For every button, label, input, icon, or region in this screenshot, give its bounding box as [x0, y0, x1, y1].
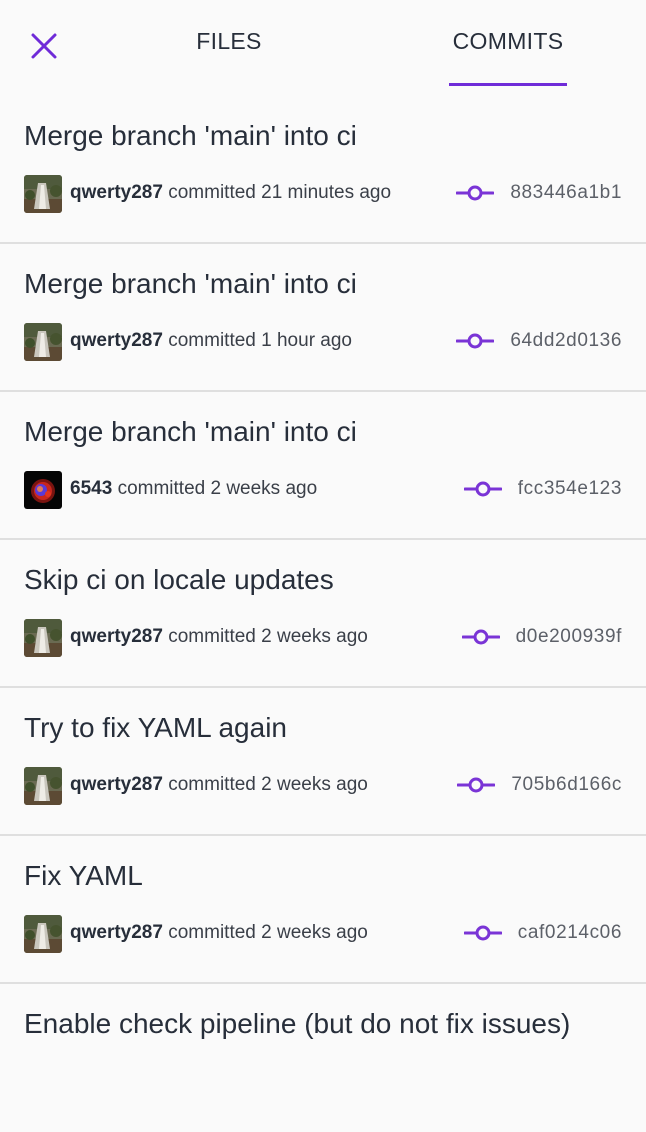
commit-hash: d0e200939f	[515, 626, 622, 647]
avatar	[24, 471, 62, 509]
commit-title: Try to fix YAML again	[24, 712, 287, 743]
avatar	[24, 175, 62, 213]
avatar	[24, 915, 62, 953]
avatar	[24, 767, 62, 805]
commit-title: Merge branch 'main' into ci	[24, 120, 357, 151]
commit-author[interactable]: qwerty287	[70, 774, 163, 795]
landscape-avatar-image	[24, 323, 62, 361]
commit-icon	[456, 333, 495, 349]
commit-hash: 883446a1b1	[510, 182, 622, 203]
avatar	[24, 619, 62, 657]
commit-item[interactable]: Try to fix YAML again qwerty287 committe…	[0, 688, 646, 836]
close-icon	[31, 33, 57, 59]
commit-meta: qwerty287 committed 2 weeks ago	[70, 626, 368, 648]
nebula-avatar-image	[24, 471, 62, 509]
commit-hash-link[interactable]: 64dd2d0136	[456, 330, 622, 352]
commit-author[interactable]: qwerty287	[70, 626, 163, 647]
commit-time: committed 2 weeks ago	[117, 478, 318, 499]
commit-icon	[463, 925, 502, 941]
commit-title: Merge branch 'main' into ci	[24, 268, 357, 299]
commit-item[interactable]: Merge branch 'main' into ci 6543 committ…	[0, 392, 646, 540]
commit-title: Merge branch 'main' into ci	[24, 416, 357, 447]
commit-hash-link[interactable]: d0e200939f	[461, 626, 622, 648]
commit-icon	[456, 185, 495, 201]
commit-meta: qwerty287 committed 2 weeks ago	[70, 922, 368, 944]
commit-hash-link[interactable]: 705b6d166c	[457, 774, 622, 796]
commit-author[interactable]: qwerty287	[70, 330, 163, 351]
commit-item[interactable]: Merge branch 'main' into ci qwerty287 co…	[0, 96, 646, 244]
commit-item[interactable]: Merge branch 'main' into ci qwerty287 co…	[0, 244, 646, 392]
commit-author[interactable]: 6543	[70, 478, 112, 499]
commit-hash-link[interactable]: 883446a1b1	[456, 182, 622, 204]
top-bar: FILES COMMITS	[0, 0, 646, 96]
commit-item[interactable]: Skip ci on locale updates qwerty287 comm…	[0, 540, 646, 688]
tab-files[interactable]: FILES	[180, 28, 278, 86]
avatar	[24, 323, 62, 361]
commit-meta: qwerty287 committed 21 minutes ago	[70, 182, 391, 204]
commit-meta: qwerty287 committed 1 hour ago	[70, 330, 352, 352]
commit-hash: 64dd2d0136	[510, 330, 622, 351]
commit-meta: qwerty287 committed 2 weeks ago	[70, 774, 368, 796]
commit-author[interactable]: qwerty287	[70, 922, 163, 943]
commit-hash: 705b6d166c	[511, 774, 622, 795]
commit-icon	[457, 777, 496, 793]
commit-hash-link[interactable]: fcc354e123	[463, 478, 622, 500]
commit-author[interactable]: qwerty287	[70, 182, 163, 203]
tab-commits[interactable]: COMMITS	[449, 28, 567, 86]
landscape-avatar-image	[24, 915, 62, 953]
landscape-avatar-image	[24, 175, 62, 213]
commit-time: committed 2 weeks ago	[168, 626, 368, 647]
commit-title: Enable check pipeline (but do not fix is…	[24, 1008, 571, 1039]
commit-item[interactable]: Enable check pipeline (but do not fix is…	[0, 984, 646, 1132]
commit-icon	[463, 481, 502, 497]
commit-title: Skip ci on locale updates	[24, 564, 334, 595]
commit-item[interactable]: Fix YAML qwerty287 committed 2 weeks ago	[0, 836, 646, 984]
close-button[interactable]	[20, 22, 68, 70]
commit-hash: fcc354e123	[517, 478, 622, 499]
commit-hash: caf0214c06	[517, 922, 622, 943]
landscape-avatar-image	[24, 619, 62, 657]
commit-title: Fix YAML	[24, 860, 143, 891]
commit-hash-link[interactable]: caf0214c06	[463, 922, 622, 944]
landscape-avatar-image	[24, 767, 62, 805]
commit-time: committed 2 weeks ago	[168, 922, 368, 943]
commit-time: committed 21 minutes ago	[168, 182, 392, 203]
commit-list: Merge branch 'main' into ci qwerty287 co…	[0, 96, 646, 1132]
commit-time: committed 1 hour ago	[168, 330, 352, 351]
commit-icon	[461, 629, 500, 645]
commit-time: committed 2 weeks ago	[168, 774, 368, 795]
commit-meta: 6543 committed 2 weeks ago	[70, 478, 317, 500]
